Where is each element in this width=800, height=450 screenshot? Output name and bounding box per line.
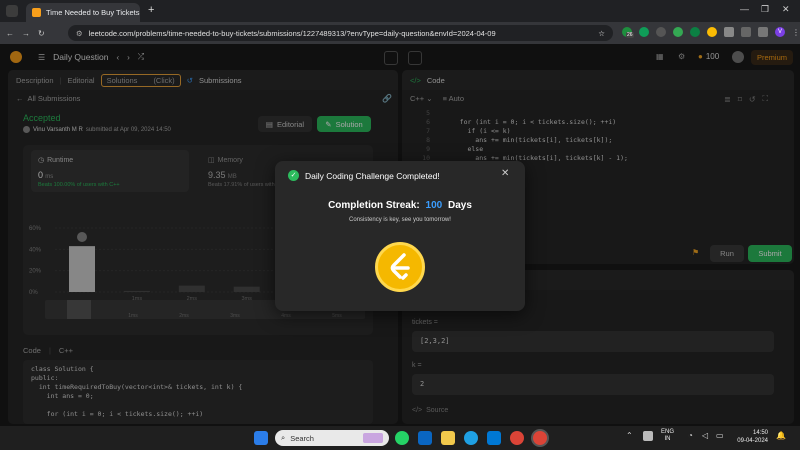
- tray-chevron-icon[interactable]: ⌃: [626, 431, 633, 440]
- taskbar-search[interactable]: ⌕ Search: [275, 430, 389, 446]
- modal-close-icon[interactable]: ✕: [501, 168, 509, 179]
- url-text: leetcode.com/problems/time-needed-to-buy…: [88, 28, 496, 38]
- extension-icon[interactable]: [639, 27, 649, 37]
- streak-unit: Days: [448, 200, 472, 211]
- extension-badge: 26: [626, 32, 634, 38]
- download-icon[interactable]: [741, 27, 751, 37]
- wifi-icon[interactable]: ◔: [688, 431, 693, 440]
- search-icon: ⌕: [281, 433, 286, 442]
- edge-icon[interactable]: [464, 431, 478, 445]
- volume-icon[interactable]: ◁: [702, 431, 708, 440]
- side-panel-icon[interactable]: [758, 27, 768, 37]
- extension-icon[interactable]: [673, 27, 683, 37]
- challenge-completed-modal: ✓ Daily Coding Challenge Completed! ✕ Co…: [275, 161, 525, 311]
- reload-icon[interactable]: ↻: [38, 29, 45, 38]
- extension-icon[interactable]: [656, 27, 666, 37]
- extension-icon[interactable]: [707, 27, 717, 37]
- close-window-icon[interactable]: ✕: [782, 4, 790, 15]
- streak-label: Completion Streak:: [328, 200, 420, 211]
- browser-tab-strip: Time Needed to Buy Tickets - L ✕ + — ❐ ✕: [0, 0, 800, 22]
- linkedin-icon[interactable]: [418, 431, 432, 445]
- extension-icon[interactable]: 26: [622, 27, 634, 38]
- modal-title: Daily Coding Challenge Completed!: [305, 170, 440, 181]
- search-placeholder: Search: [290, 433, 314, 443]
- file-explorer-icon[interactable]: [441, 431, 455, 445]
- chrome-active-icon[interactable]: [533, 431, 547, 445]
- tray-app-icon[interactable]: [643, 431, 653, 441]
- vscode-icon[interactable]: [487, 431, 501, 445]
- tab-search-icon[interactable]: [6, 5, 18, 17]
- extensions-area: 26 V ⋮: [622, 27, 800, 38]
- windows-start-icon[interactable]: [254, 431, 268, 445]
- extension-icon[interactable]: [690, 27, 700, 37]
- modal-subtitle: Consistency is key, see you tomorrow!: [349, 217, 451, 223]
- maximize-icon[interactable]: ❐: [761, 4, 769, 15]
- modal-header: ✓ Daily Coding Challenge Completed!: [288, 170, 440, 181]
- leetcode-coin-icon: [375, 242, 425, 292]
- address-bar[interactable]: ⚙ leetcode.com/problems/time-needed-to-b…: [68, 25, 613, 41]
- minimize-icon[interactable]: —: [740, 4, 749, 14]
- clock-time: 14:50: [752, 430, 768, 436]
- chrome-icon[interactable]: [510, 431, 524, 445]
- forward-icon[interactable]: →: [22, 29, 30, 38]
- streak-value: 100: [425, 200, 443, 211]
- browser-tab[interactable]: Time Needed to Buy Tickets - L ✕: [26, 3, 140, 22]
- extensions-puzzle-icon[interactable]: [724, 27, 734, 37]
- notification-bell-icon[interactable]: 🔔: [776, 431, 786, 440]
- whatsapp-icon[interactable]: [395, 431, 409, 445]
- profile-avatar[interactable]: V: [775, 27, 785, 37]
- bookmark-star-icon[interactable]: ☆: [598, 29, 605, 38]
- clock-date: 09-04-2024: [737, 438, 768, 444]
- check-circle-icon: ✓: [288, 170, 299, 181]
- leetcode-favicon-icon: [32, 8, 41, 17]
- tab-title: Time Needed to Buy Tickets - L: [46, 8, 140, 17]
- clock[interactable]: 14:50 09-04-2024: [728, 429, 768, 445]
- streak-line: Completion Streak: 100 Days: [275, 200, 525, 211]
- new-tab-icon[interactable]: +: [148, 4, 154, 16]
- battery-icon[interactable]: ▭: [716, 431, 724, 440]
- input-language[interactable]: ENG IN: [661, 429, 674, 443]
- back-icon[interactable]: ←: [6, 29, 14, 38]
- site-info-icon[interactable]: ⚙: [76, 29, 83, 38]
- browser-menu-icon[interactable]: ⋮: [792, 28, 800, 37]
- search-highlight-icon: [363, 433, 383, 443]
